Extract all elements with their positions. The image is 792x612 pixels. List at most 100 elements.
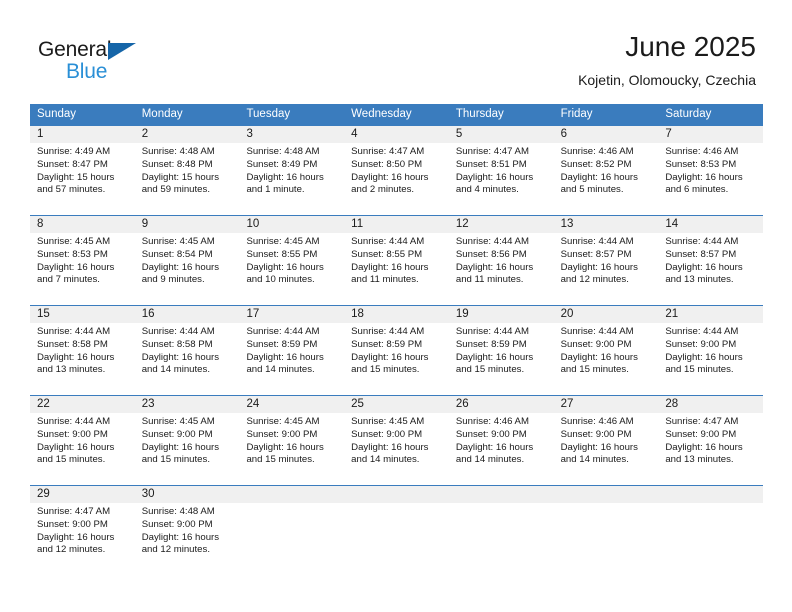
calendar-day-cell[interactable]: 13 Sunrise: 4:44 AM Sunset: 8:57 PM Dayl…: [554, 216, 659, 305]
day-number: 18: [351, 308, 364, 320]
sunset-text: Sunset: 8:49 PM: [246, 158, 318, 170]
daylight-text-line1: Daylight: 16 hours: [665, 171, 743, 183]
day-details: Sunrise: 4:46 AM Sunset: 8:53 PM Dayligh…: [665, 146, 760, 197]
calendar-day-cell[interactable]: 14 Sunrise: 4:44 AM Sunset: 8:57 PM Dayl…: [658, 216, 763, 305]
calendar-day-cell[interactable]: 1 Sunrise: 4:49 AM Sunset: 8:47 PM Dayli…: [30, 126, 135, 215]
daylight-text-line2: and 10 minutes.: [246, 274, 315, 286]
calendar-day-cell[interactable]: 7 Sunrise: 4:46 AM Sunset: 8:53 PM Dayli…: [658, 126, 763, 215]
day-number: 15: [37, 308, 50, 320]
sunrise-text: Sunrise: 4:44 AM: [37, 416, 111, 427]
day-details: Sunrise: 4:47 AM Sunset: 9:00 PM Dayligh…: [37, 506, 132, 557]
daylight-text-line2: and 4 minutes.: [455, 184, 519, 196]
sunset-text: Sunset: 9:00 PM: [141, 518, 213, 530]
brand-name-primary: General: [38, 38, 112, 61]
daylight-text-line1: Daylight: 16 hours: [37, 441, 115, 453]
day-details: Sunrise: 4:46 AM Sunset: 9:00 PM Dayligh…: [561, 416, 656, 467]
daylight-text-line2: and 7 minutes.: [37, 274, 100, 286]
sunset-text: Sunset: 8:59 PM: [351, 338, 423, 350]
daylight-text-line2: and 13 minutes.: [665, 274, 734, 286]
calendar-day-cell[interactable]: 8 Sunrise: 4:45 AM Sunset: 8:53 PM Dayli…: [30, 216, 135, 305]
calendar-day-cell[interactable]: 4 Sunrise: 4:47 AM Sunset: 8:50 PM Dayli…: [344, 126, 449, 215]
weekday-header-thursday: Thursday: [455, 108, 504, 120]
calendar-day-cell[interactable]: 21 Sunrise: 4:44 AM Sunset: 9:00 PM Dayl…: [658, 306, 763, 395]
calendar-day-cell[interactable]: 22 Sunrise: 4:44 AM Sunset: 9:00 PM Dayl…: [30, 396, 135, 485]
day-details: Sunrise: 4:44 AM Sunset: 8:59 PM Dayligh…: [351, 326, 446, 377]
daylight-text-line2: and 15 minutes.: [141, 454, 210, 466]
calendar-day-cell[interactable]: 23 Sunrise: 4:45 AM Sunset: 9:00 PM Dayl…: [135, 396, 240, 485]
calendar-day-cell[interactable]: 26 Sunrise: 4:46 AM Sunset: 9:00 PM Dayl…: [449, 396, 554, 485]
day-details: Sunrise: 4:44 AM Sunset: 8:58 PM Dayligh…: [37, 326, 132, 377]
sunset-text: Sunset: 8:54 PM: [141, 248, 213, 260]
day-details: Sunrise: 4:47 AM Sunset: 8:51 PM Dayligh…: [456, 146, 551, 197]
sunrise-text: Sunrise: 4:46 AM: [560, 146, 634, 157]
calendar-day-cell[interactable]: 30 Sunrise: 4:48 AM Sunset: 9:00 PM Dayl…: [135, 486, 240, 575]
sunrise-text: Sunrise: 4:48 AM: [246, 146, 320, 157]
day-number: 30: [141, 488, 155, 500]
calendar-day-cell[interactable]: 27 Sunrise: 4:46 AM Sunset: 9:00 PM Dayl…: [554, 396, 659, 485]
sunrise-text: Sunrise: 4:45 AM: [141, 236, 215, 247]
daylight-text-line2: and 14 minutes.: [351, 454, 420, 466]
day-details: Sunrise: 4:44 AM Sunset: 8:59 PM Dayligh…: [246, 326, 341, 377]
weekday-header-sunday: Sunday: [37, 108, 77, 120]
calendar-day-cell[interactable]: 10 Sunrise: 4:45 AM Sunset: 8:55 PM Dayl…: [239, 216, 344, 305]
day-details: Sunrise: 4:44 AM Sunset: 9:00 PM Dayligh…: [665, 326, 760, 377]
page-title: June 2025: [625, 31, 756, 62]
calendar-day-cell[interactable]: 19 Sunrise: 4:44 AM Sunset: 8:59 PM Dayl…: [449, 306, 554, 395]
daylight-text-line2: and 12 minutes.: [37, 544, 106, 556]
sunrise-text: Sunrise: 4:44 AM: [37, 326, 111, 337]
sunrise-text: Sunrise: 4:44 AM: [455, 236, 529, 247]
sunset-text: Sunset: 8:52 PM: [560, 158, 632, 170]
daylight-text-line2: and 14 minutes.: [455, 454, 525, 466]
calendar-day-cell[interactable]: 15 Sunrise: 4:44 AM Sunset: 8:58 PM Dayl…: [30, 306, 135, 395]
day-number: 12: [455, 218, 469, 230]
calendar-day-cell[interactable]: 9 Sunrise: 4:45 AM Sunset: 8:54 PM Dayli…: [135, 216, 240, 305]
day-number: 22: [37, 398, 50, 410]
calendar-day-cell[interactable]: 2 Sunrise: 4:48 AM Sunset: 8:48 PM Dayli…: [135, 126, 240, 215]
calendar-day-cell[interactable]: 3 Sunrise: 4:48 AM Sunset: 8:49 PM Dayli…: [239, 126, 344, 215]
page-subtitle: Kojetin, Olomoucky, Czechia: [578, 72, 756, 88]
day-number: 16: [141, 308, 155, 320]
daylight-text-line1: Daylight: 16 hours: [246, 171, 324, 183]
day-number: 26: [455, 398, 469, 410]
calendar-week-row: 22 Sunrise: 4:44 AM Sunset: 9:00 PM Dayl…: [30, 395, 763, 485]
sunset-text: Sunset: 8:56 PM: [455, 248, 527, 260]
calendar-day-cell-empty: [449, 486, 554, 575]
daylight-text-line1: Daylight: 16 hours: [37, 351, 115, 363]
sunset-text: Sunset: 9:00 PM: [141, 428, 213, 440]
daylight-text-line1: Daylight: 16 hours: [665, 261, 743, 273]
calendar-day-cell-empty: [239, 486, 344, 575]
daylight-text-line2: and 1 minute.: [246, 184, 305, 196]
daylight-text-line1: Daylight: 16 hours: [560, 261, 638, 273]
calendar-day-cell[interactable]: 16 Sunrise: 4:44 AM Sunset: 8:58 PM Dayl…: [135, 306, 240, 395]
day-number: 13: [560, 218, 574, 230]
calendar-day-cell[interactable]: 6 Sunrise: 4:46 AM Sunset: 8:52 PM Dayli…: [554, 126, 659, 215]
sunrise-text: Sunrise: 4:44 AM: [351, 236, 425, 247]
calendar-day-cell[interactable]: 5 Sunrise: 4:47 AM Sunset: 8:51 PM Dayli…: [449, 126, 554, 215]
daylight-text-line1: Daylight: 16 hours: [560, 441, 638, 453]
sunset-text: Sunset: 9:00 PM: [351, 428, 423, 440]
calendar-day-cell[interactable]: 25 Sunrise: 4:45 AM Sunset: 9:00 PM Dayl…: [344, 396, 449, 485]
sunrise-text: Sunrise: 4:46 AM: [560, 416, 634, 427]
sunrise-text: Sunrise: 4:47 AM: [455, 146, 529, 157]
daylight-text-line2: and 15 minutes.: [246, 454, 315, 466]
calendar-day-cell[interactable]: 28 Sunrise: 4:47 AM Sunset: 9:00 PM Dayl…: [658, 396, 763, 485]
day-number: 27: [560, 398, 574, 410]
brand-logo[interactable]: General Blue: [38, 38, 238, 86]
sunrise-text: Sunrise: 4:47 AM: [665, 416, 739, 427]
daylight-text-line1: Daylight: 16 hours: [455, 351, 534, 363]
day-number: 4: [351, 128, 358, 140]
calendar-day-cell[interactable]: 18 Sunrise: 4:44 AM Sunset: 8:59 PM Dayl…: [344, 306, 449, 395]
sunset-text: Sunset: 8:58 PM: [37, 338, 108, 350]
daylight-text-line1: Daylight: 16 hours: [351, 261, 429, 273]
day-number: 17: [246, 308, 260, 320]
calendar-day-cell-empty: [658, 486, 763, 575]
calendar-day-cell[interactable]: 12 Sunrise: 4:44 AM Sunset: 8:56 PM Dayl…: [449, 216, 554, 305]
daylight-text-line2: and 15 minutes.: [665, 364, 734, 376]
day-number: 6: [560, 128, 567, 140]
calendar-day-cell[interactable]: 29 Sunrise: 4:47 AM Sunset: 9:00 PM Dayl…: [30, 486, 135, 575]
calendar-day-cell[interactable]: 11 Sunrise: 4:44 AM Sunset: 8:55 PM Dayl…: [344, 216, 449, 305]
calendar-day-cell[interactable]: 24 Sunrise: 4:45 AM Sunset: 9:00 PM Dayl…: [239, 396, 344, 485]
calendar-day-cell[interactable]: 20 Sunrise: 4:44 AM Sunset: 9:00 PM Dayl…: [554, 306, 659, 395]
calendar-day-cell[interactable]: 17 Sunrise: 4:44 AM Sunset: 8:59 PM Dayl…: [239, 306, 344, 395]
day-number: 3: [246, 128, 253, 140]
